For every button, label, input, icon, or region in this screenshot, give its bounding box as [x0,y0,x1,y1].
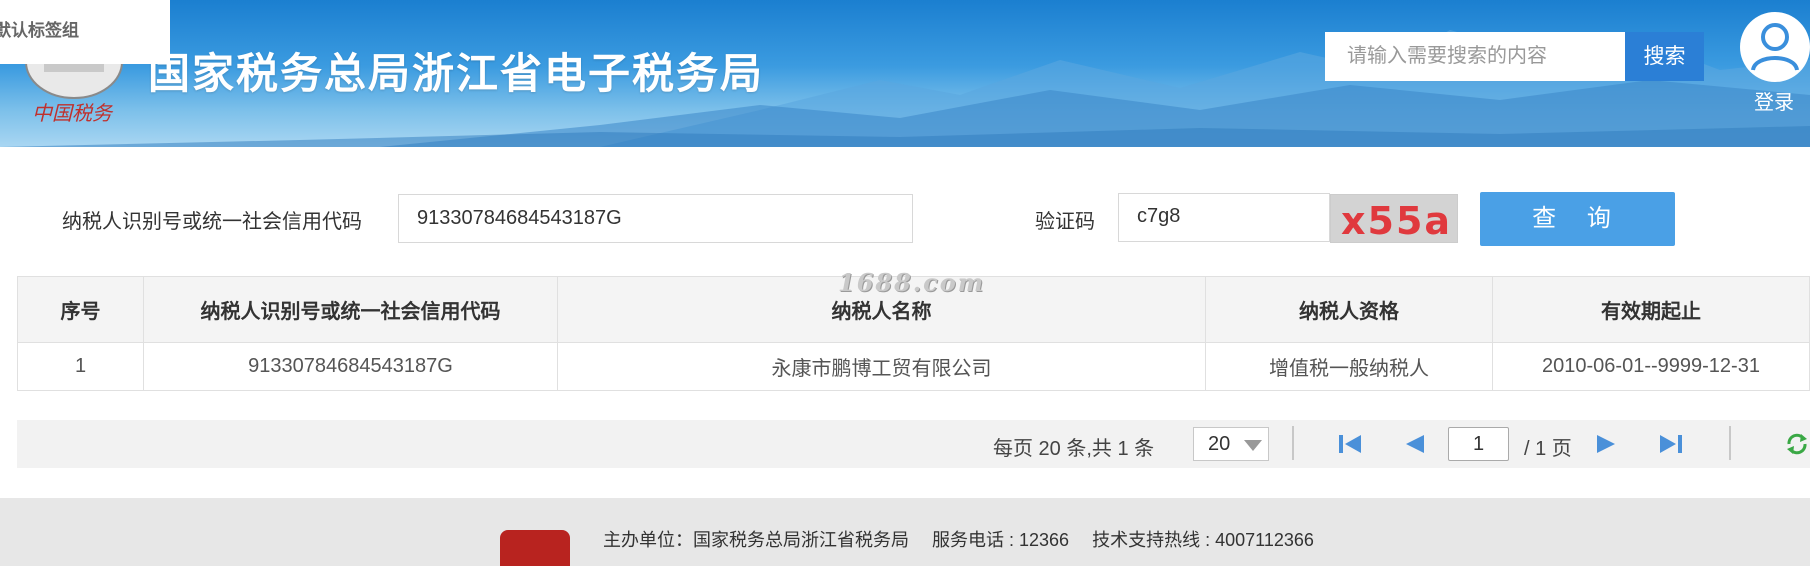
watermark: 1688.com [838,268,986,297]
login-avatar[interactable] [1740,12,1810,82]
site-title: 国家税务总局浙江省电子税务局 [148,49,765,98]
previous-page-icon[interactable] [1402,432,1428,456]
svg-text:中国税务: 中国税务 [32,101,114,125]
table-row: 1 91330784684543187G 永康市鹏博工贸有限公司 增值税一般纳税… [17,342,1810,391]
site-header: 中国税务 国家税务总局浙江省电子税务局 请输入需要搜索的内容 搜索 登录 [0,0,1810,147]
taxpayer-id-input[interactable]: 91330784684543187G [398,194,913,243]
cell-validity: 2010-06-01--9999-12-31 [1492,342,1810,391]
user-icon [1751,23,1799,71]
chevron-down-icon [1244,440,1262,451]
page-size-value: 20 [1208,433,1231,455]
captcha-image[interactable]: x55a [1330,194,1458,243]
column-header-taxpayer-id: 纳税人识别号或统一社会信用代码 [143,276,558,343]
footer-service-phone: 服务电话 : 12366 [932,530,1070,550]
current-page-input[interactable]: 1 [1448,427,1509,461]
pager-divider [1292,426,1294,460]
captcha-input[interactable]: c7g8 [1118,193,1330,242]
pager-divider [1729,426,1731,460]
captcha-image-text: x55a [1341,199,1453,243]
last-page-icon[interactable] [1658,432,1684,456]
footer-contact-line: 主办单位：国家税务总局浙江省税务局 服务电话 : 12366 技术支持热线 : … [603,526,1332,552]
next-page-icon[interactable] [1593,432,1619,456]
site-footer: 主办单位：国家税务总局浙江省税务局 服务电话 : 12366 技术支持热线 : … [0,498,1810,566]
query-button[interactable]: 查 询 [1480,192,1675,246]
column-header-index: 序号 [17,276,144,343]
taxpayer-id-label: 纳税人识别号或统一社会信用代码 [62,211,362,233]
page-size-select[interactable]: 20 [1193,427,1269,461]
cell-qualification: 增值税一般纳税人 [1205,342,1493,391]
page-summary: 每页 20 条,共 1 条 [993,438,1155,460]
cell-taxpayer-name: 永康市鹏博工贸有限公司 [557,342,1206,391]
total-pages: / 1 页 [1524,438,1572,460]
captcha-label: 验证码 [1035,211,1095,233]
column-header-qualification: 纳税人资格 [1205,276,1493,343]
search-input[interactable]: 请输入需要搜索的内容 [1325,32,1625,81]
column-header-validity: 有效期起止 [1492,276,1810,343]
refresh-icon[interactable] [1785,432,1809,456]
tab-group-label[interactable]: 默认标签组 [0,0,170,64]
cell-index: 1 [17,342,144,391]
footer-support-hotline: 技术支持热线 : 4007112366 [1092,530,1314,550]
login-link[interactable]: 登录 [1754,86,1794,115]
cell-taxpayer-id: 91330784684543187G [143,342,558,391]
footer-emblem-logo [500,530,570,566]
pagination-bar: 每页 20 条,共 1 条 20 1 / 1 页 [17,420,1810,468]
search-button[interactable]: 搜索 [1625,32,1704,81]
first-page-icon[interactable] [1337,432,1363,456]
footer-sponsor: 主办单位：国家税务总局浙江省税务局 [603,530,909,550]
